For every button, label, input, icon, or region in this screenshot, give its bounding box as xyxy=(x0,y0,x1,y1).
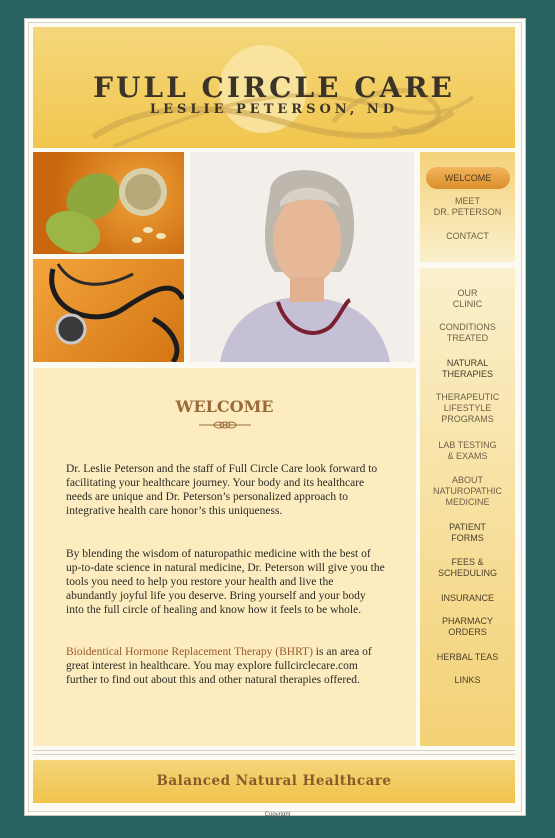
nav-pharmacy-orders[interactable]: PHARMACY ORDERS xyxy=(420,616,515,638)
divider xyxy=(33,750,515,751)
nav-about-naturopathic[interactable]: ABOUT NATUROPATHIC MEDICINE xyxy=(420,475,515,508)
nav-links[interactable]: LINKS xyxy=(420,675,515,686)
nav-therapeutic-lifestyle[interactable]: THERAPEUTIC LIFESTYLE PROGRAMS xyxy=(420,392,515,425)
doctor-portrait xyxy=(190,152,414,362)
nav-lab-testing[interactable]: LAB TESTING & EXAMS xyxy=(420,440,515,462)
copyright-text: Copyright xyxy=(264,812,291,818)
nav-insurance[interactable]: INSURANCE xyxy=(420,593,515,604)
footer-tagline: Balanced Natural Healthcare xyxy=(33,760,515,803)
top-nav: WELCOME MEET DR. PETERSON CONTACT xyxy=(420,152,515,262)
side-nav: OUR CLINIC CONDITIONS TREATED NATURAL TH… xyxy=(420,268,515,746)
site-title: FULL CIRCLE CARE xyxy=(93,71,455,104)
nav-natural-therapies[interactable]: NATURAL THERAPIES xyxy=(420,358,515,380)
bhrt-paragraph: Bioidentical Hormone Replacement Therapy… xyxy=(66,645,386,687)
flourish-icon xyxy=(199,421,251,429)
stethoscope-photo xyxy=(33,259,184,362)
nav-our-clinic[interactable]: OUR CLINIC xyxy=(420,288,515,310)
site-header: FULL CIRCLE CARE LESLIE PETERSON, ND xyxy=(33,27,515,148)
main-content: WELCOME Dr. Leslie Peterson and the staf… xyxy=(33,368,416,746)
nav-contact[interactable]: CONTACT xyxy=(420,231,515,242)
nav-conditions-treated[interactable]: CONDITIONS TREATED xyxy=(420,322,515,344)
intro-paragraph: Dr. Leslie Peterson and the staff of Ful… xyxy=(66,463,378,517)
nav-welcome[interactable]: WELCOME xyxy=(426,167,510,189)
bhrt-link[interactable]: Bioidentical Hormone Replacement Therapy… xyxy=(66,646,313,658)
blending-paragraph: By blending the wisdom of naturopathic m… xyxy=(66,548,385,616)
welcome-heading: WELCOME xyxy=(175,397,274,416)
site-subtitle: LESLIE PETERSON, ND xyxy=(149,102,399,117)
herbs-photo xyxy=(33,152,184,254)
nav-herbal-teas[interactable]: HERBAL TEAS xyxy=(420,652,515,663)
nav-patient-forms[interactable]: PATIENT FORMS xyxy=(420,522,515,544)
divider xyxy=(33,754,515,755)
nav-fees-scheduling[interactable]: FEES & SCHEDULING xyxy=(420,557,515,579)
nav-meet-dr-peterson[interactable]: MEET DR. PETERSON xyxy=(420,196,515,218)
